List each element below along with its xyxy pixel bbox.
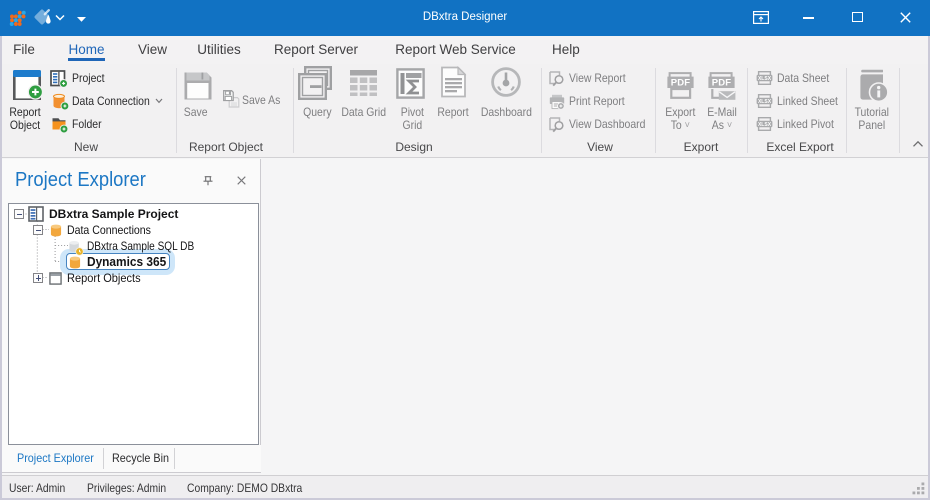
svg-text:XLSX: XLSX [758, 99, 772, 105]
svg-text:PDF: PDF [712, 77, 732, 88]
svg-text:XLSX: XLSX [758, 76, 772, 82]
svg-text:PDF: PDF [671, 77, 691, 88]
svg-text:XLSX: XLSX [758, 122, 772, 128]
